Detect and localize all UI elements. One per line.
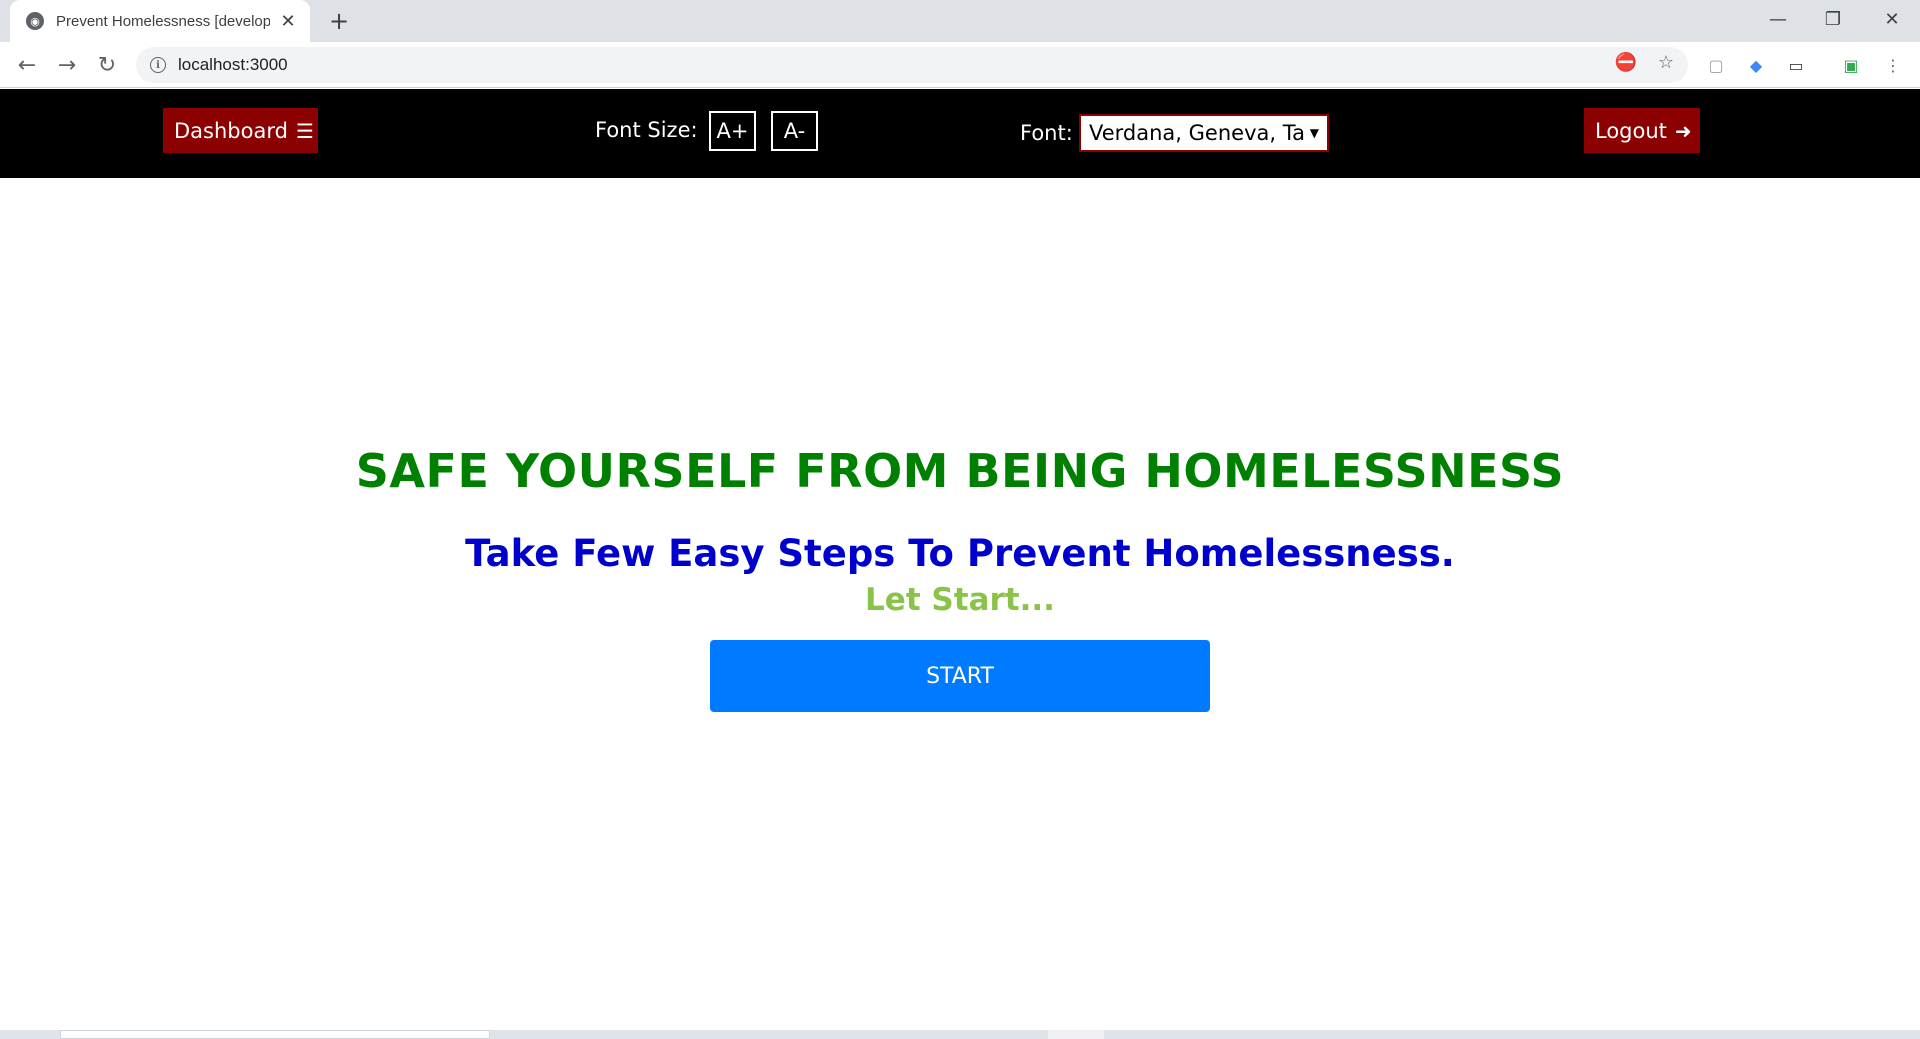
logout-button[interactable]: Logout ➜ <box>1584 108 1700 153</box>
info-icon[interactable]: i <box>150 57 166 73</box>
taskbar-segment <box>1048 1030 1104 1039</box>
start-prompt: Let Start... <box>865 582 1055 618</box>
cast-icon[interactable]: ▭ <box>1785 54 1807 76</box>
extension-icon[interactable]: ▢ <box>1705 54 1727 76</box>
menu-icon[interactable]: ⋮ <box>1882 54 1904 76</box>
taskbar-strip <box>0 1030 1920 1039</box>
decrease-font-button[interactable]: A- <box>771 111 818 151</box>
dashboard-label: Dashboard <box>174 118 288 143</box>
browser-toolbar: ← → ↻ i localhost:3000 ⛔ ☆ ▢ ◆ ▭ ▣ ⋮ <box>0 42 1920 88</box>
extension-icon[interactable]: ◆ <box>1745 54 1767 76</box>
font-select[interactable]: Verdana, Geneva, Tahoma ▼ <box>1079 114 1329 152</box>
tab-close-icon[interactable]: ✕ <box>278 11 298 32</box>
chevron-down-icon: ▼ <box>1309 126 1319 140</box>
font-size-label: Font Size: <box>595 118 698 142</box>
browser-tabstrip: ◉ Prevent Homelessness [developm ✕ + — ❐… <box>0 0 1920 42</box>
start-button[interactable]: START <box>710 640 1210 712</box>
app-navbar: Dashboard ☰ Logout ➜ <box>0 89 1920 178</box>
forward-icon[interactable]: → <box>51 49 83 81</box>
back-icon[interactable]: ← <box>11 49 43 81</box>
increase-font-button[interactable]: A+ <box>709 111 756 151</box>
page-subtitle: Take Few Easy Steps To Prevent Homelessn… <box>465 532 1455 575</box>
address-bar[interactable]: i localhost:3000 <box>136 47 1688 83</box>
reload-icon[interactable]: ↻ <box>91 49 123 81</box>
extension-icon[interactable]: ▣ <box>1840 54 1862 76</box>
browser-tab[interactable]: ◉ Prevent Homelessness [developm ✕ <box>10 0 310 42</box>
tab-title: Prevent Homelessness [developm <box>56 12 270 30</box>
url-text: localhost:3000 <box>178 55 288 74</box>
new-tab-button[interactable]: + <box>324 6 354 36</box>
restore-icon[interactable]: ❐ <box>1805 0 1861 38</box>
globe-icon: ◉ <box>26 12 44 30</box>
dashboard-button[interactable]: Dashboard ☰ <box>163 108 318 153</box>
bookmark-star-icon[interactable]: ☆ <box>1654 50 1678 74</box>
list-icon: ☰ <box>295 118 314 143</box>
minimize-icon[interactable]: — <box>1750 0 1806 38</box>
taskbar-segment <box>60 1030 490 1039</box>
logout-icon: ➜ <box>1674 118 1692 143</box>
window-close-icon[interactable]: ✕ <box>1864 0 1920 38</box>
font-label: Font: <box>1020 121 1073 145</box>
blocked-content-icon[interactable]: ⛔ <box>1614 50 1638 74</box>
logout-label: Logout <box>1595 118 1667 143</box>
font-select-value: Verdana, Geneva, Tahoma <box>1089 121 1306 145</box>
page-title: SAFE YOURSELF FROM BEING HOMELESSNESS <box>355 444 1565 498</box>
